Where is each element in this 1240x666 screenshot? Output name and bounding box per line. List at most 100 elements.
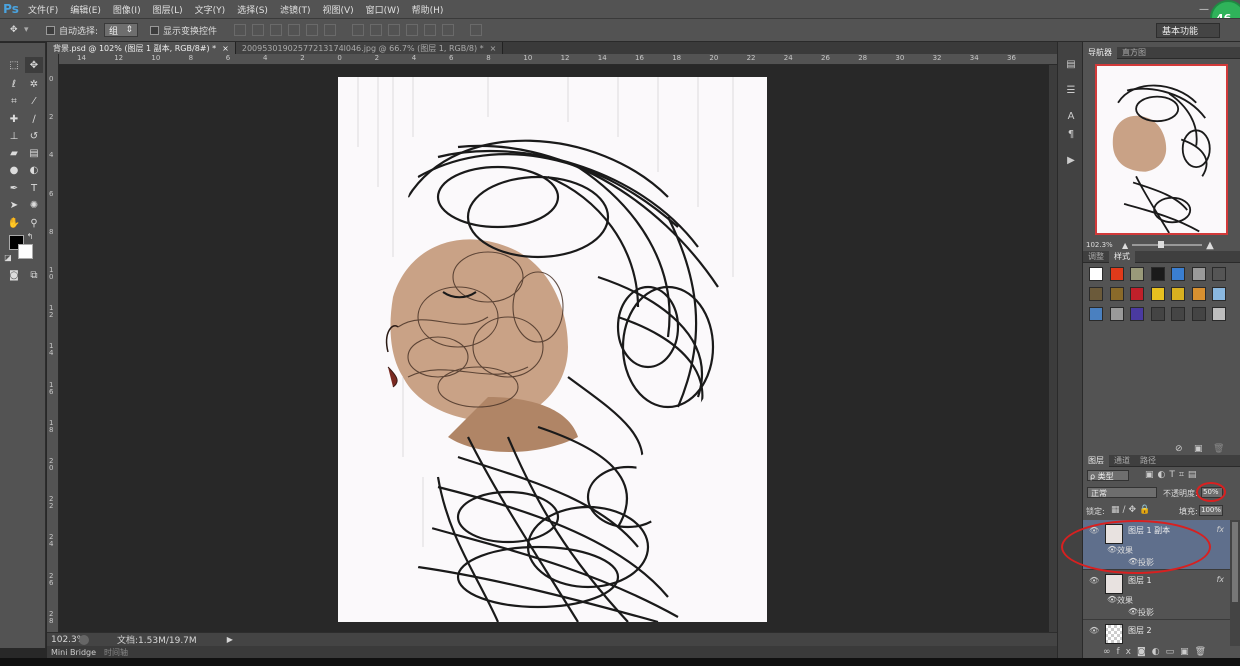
show-transform-checkbox[interactable] [150,25,160,35]
mini-bridge-tab[interactable]: Mini Bridge [47,646,100,658]
menu-item[interactable]: 编辑(E) [64,3,107,16]
layer-row[interactable]: 👁 图层 2 [1083,620,1230,646]
tab-adjustments[interactable]: 调整 [1083,251,1109,263]
auto-align-icon[interactable] [470,24,483,36]
path-selection-tool-icon[interactable]: ➤ [5,197,23,213]
dodge-tool-icon[interactable]: ◐ [25,162,43,178]
style-swatch[interactable] [1150,287,1165,301]
style-swatch[interactable] [1171,307,1185,321]
align-vcenter-icon[interactable] [252,24,265,36]
menu-item[interactable]: 选择(S) [231,3,274,16]
align-top-icon[interactable] [234,24,247,36]
lasso-tool-icon[interactable]: ℓ [5,76,23,92]
move-tool-icon[interactable]: ✥ [10,25,24,35]
lock-icons[interactable]: ▦∕✥🔒 [1111,505,1153,515]
style-swatch[interactable] [1130,267,1144,281]
align-left-icon[interactable] [288,24,301,36]
layer-thumbnail[interactable] [1105,574,1123,594]
swap-colors-icon[interactable]: ↰ [25,231,35,241]
gradient-tool-icon[interactable]: ▤ [25,145,43,161]
zoom-out-icon[interactable]: ▲ [1122,241,1128,250]
delete-style-icon[interactable]: 🗑 [1213,444,1224,454]
effects-eye-icon[interactable]: 👁 [1107,595,1117,604]
style-swatch[interactable] [1212,287,1226,301]
tab-paths[interactable]: 路径 [1135,455,1161,467]
close-icon[interactable]: × [490,44,497,53]
document-canvas[interactable] [338,77,767,622]
style-swatch[interactable] [1130,307,1144,321]
tab-histogram[interactable]: 直方图 [1117,47,1151,59]
tab-styles[interactable]: 样式 [1109,250,1135,263]
vertical-scrollbar[interactable] [1049,65,1057,632]
eraser-tool-icon[interactable]: ▰ [5,145,23,161]
character-panel-icon[interactable]: A [1062,108,1080,124]
eyedropper-tool-icon[interactable]: ⁄ [25,93,43,109]
magic-wand-tool-icon[interactable]: ✲ [25,76,43,92]
style-swatch[interactable] [1191,307,1206,321]
zoom-slider[interactable] [1132,241,1203,248]
tool-preset-dropdown-icon[interactable]: ▾ [24,25,32,35]
layers-scrollbar[interactable] [1230,520,1240,646]
blur-tool-icon[interactable]: ● [5,162,23,178]
visibility-eye-icon[interactable]: 👁 [1089,576,1099,585]
style-swatch[interactable] [1089,307,1103,321]
layer-footer-icons[interactable]: ∞fx◙◐▭▣🗑 [1103,647,1212,657]
menu-item[interactable]: 滤镜(T) [274,3,317,16]
zoom-in-icon[interactable]: ▲ [1206,240,1214,251]
style-swatch[interactable] [1150,307,1165,321]
menu-item[interactable]: 图像(I) [107,3,147,16]
close-icon[interactable]: × [222,44,229,53]
auto-select-dropdown[interactable]: 组 ⇕ [104,23,139,37]
layer-name[interactable]: 图层 2 [1128,625,1152,636]
distribute-top-icon[interactable] [352,24,365,36]
style-swatch[interactable] [1191,287,1206,301]
menu-item[interactable]: 窗口(W) [360,3,406,16]
fx-icon[interactable]: fx [1216,525,1224,534]
shape-tool-icon[interactable]: ✺ [25,197,43,213]
quick-mask-icon[interactable]: ◙ [5,267,23,283]
navigator-zoom[interactable]: 102.3% [1086,241,1122,249]
style-swatch[interactable] [1109,287,1124,301]
tab-layers[interactable]: 图层 [1083,454,1109,467]
tab-channels[interactable]: 通道 [1109,455,1135,467]
distribute-left-icon[interactable] [406,24,419,36]
layer-thumbnail[interactable] [1105,624,1123,644]
style-swatch[interactable] [1130,287,1144,301]
align-right-icon[interactable] [324,24,337,36]
move-tool-icon[interactable]: ✥ [25,57,43,73]
fill-input[interactable]: 100% [1199,505,1223,516]
clear-style-icon[interactable]: ⊘ [1175,444,1183,454]
marquee-tool-icon[interactable]: ⬚ [5,57,23,73]
style-swatch[interactable] [1171,287,1185,301]
align-hcenter-icon[interactable] [306,24,319,36]
distribute-right-icon[interactable] [442,24,455,36]
history-panel-icon[interactable]: ▤ [1062,56,1080,72]
layer-filter-select[interactable]: ρ 类型 [1087,470,1129,481]
clone-stamp-tool-icon[interactable]: ⊥ [5,128,23,144]
doc-tab-inactive[interactable]: 20095301902577213174l046.jpg @ 66.7% (图层… [235,42,504,54]
menu-item[interactable]: 文件(F) [22,3,64,16]
zoom-slider-handle[interactable] [1158,241,1165,248]
workspace-select[interactable]: 基本功能 [1156,23,1220,38]
new-style-icon[interactable]: ▣ [1194,444,1203,454]
screen-mode-icon[interactable]: ⧉ [25,267,43,283]
blend-mode-select[interactable]: 正常 [1087,487,1157,498]
type-tool-icon[interactable]: T [25,180,43,196]
history-brush-tool-icon[interactable]: ↺ [25,128,43,144]
actions-panel-icon[interactable]: ▶ [1062,152,1080,168]
style-swatch[interactable] [1171,267,1185,281]
fx-icon[interactable]: fx [1216,575,1224,584]
menu-item[interactable]: 文字(Y) [189,3,232,16]
navigator-preview[interactable] [1095,64,1228,235]
distribute-vcenter-icon[interactable] [370,24,383,36]
drop-shadow-eye-icon[interactable]: 👁 [1128,607,1138,616]
healing-brush-tool-icon[interactable]: ✚ [5,111,23,127]
layer-name[interactable]: 图层 1 [1128,575,1152,586]
distribute-hcenter-icon[interactable] [424,24,437,36]
zoom-level[interactable]: 102.3% [51,635,85,645]
style-swatch[interactable] [1212,307,1226,321]
timeline-tab[interactable]: 时间轴 [100,646,132,658]
style-swatch[interactable] [1089,267,1103,281]
zoom-tool-icon[interactable]: ⚲ [25,215,43,231]
background-color-swatch[interactable] [18,244,33,259]
